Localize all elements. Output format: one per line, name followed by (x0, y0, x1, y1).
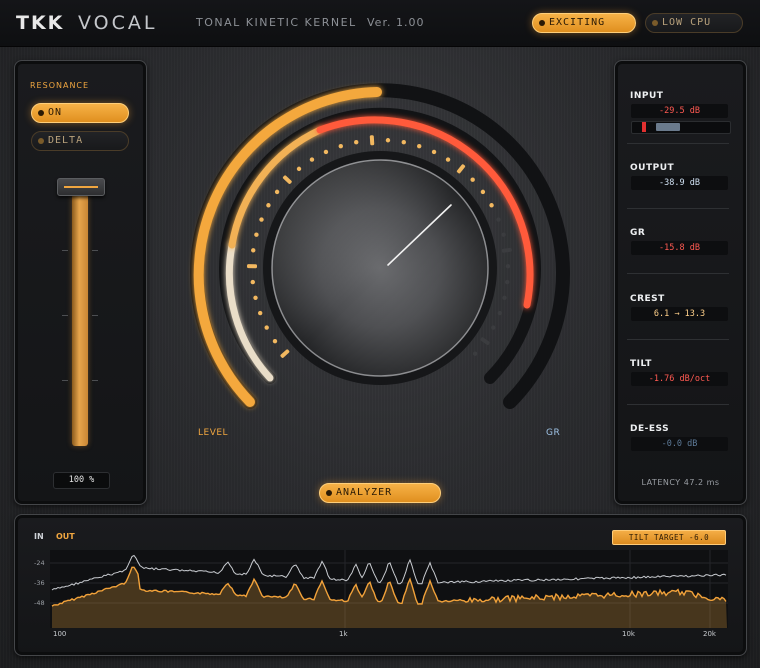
spectrum-x-tick: 1k (339, 630, 348, 638)
spectrum-y-tick: -36 (34, 579, 45, 587)
spectrum-x-tick: 10k (622, 630, 635, 638)
spectrum-x-tick: 100 (53, 630, 67, 638)
spectrum-y-tick: -24 (34, 559, 45, 567)
spectrum-y-tick: -48 (34, 599, 45, 607)
spectrum-plot (50, 550, 728, 628)
spectrum-x-tick: 20k (703, 630, 716, 638)
